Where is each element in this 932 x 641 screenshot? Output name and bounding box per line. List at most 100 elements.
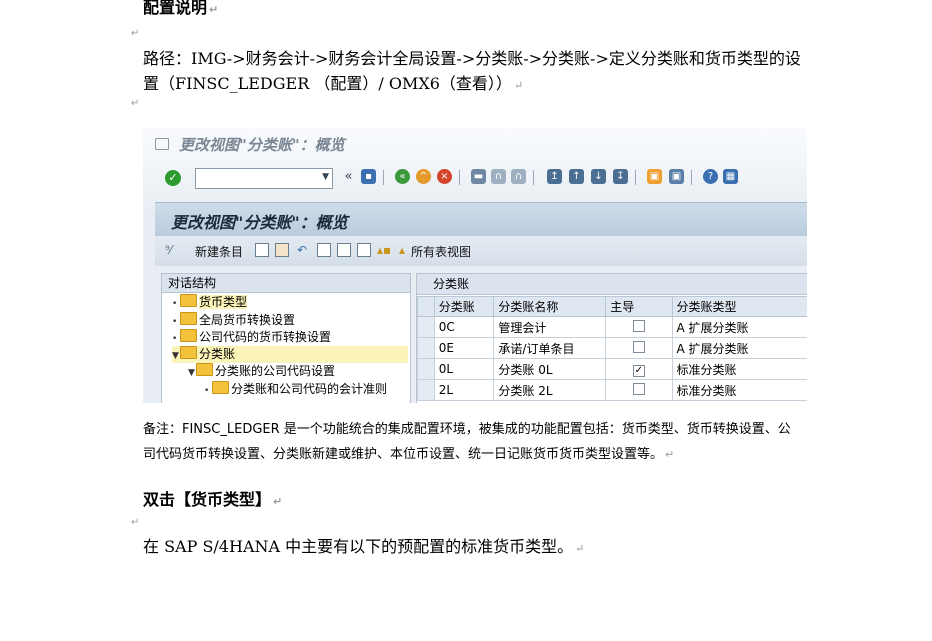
expand-arrow-icon: ▼ — [172, 351, 179, 361]
row-selector[interactable] — [417, 358, 435, 380]
undo-icon[interactable]: ↶ — [297, 243, 307, 257]
toolbar-separator — [459, 170, 460, 185]
folder-icon — [196, 363, 213, 376]
save-icon[interactable]: ▪ — [361, 169, 376, 184]
all-tables-icon[interactable]: ▴ — [399, 243, 405, 257]
dialog-structure-header: 对话结构 — [162, 274, 410, 293]
find-next-icon[interactable]: ∩ — [511, 169, 526, 184]
ledger-table-panel: 分类账 分类账 分类账名称 主导 分类账类型 0C 管理会计 A 扩展分类账 0… — [416, 273, 807, 403]
command-field[interactable]: ▼ — [195, 168, 333, 189]
expand-arrow-icon: ▼ — [188, 368, 195, 378]
leading-checkbox[interactable] — [632, 340, 645, 353]
tree-node-ledger[interactable]: ▼ 分类账 — [172, 346, 408, 363]
deselect-all-icon[interactable] — [357, 243, 371, 257]
toolbar-separator — [635, 170, 636, 185]
tree-node-company-code-currency-conversion[interactable]: • 公司代码的货币转换设置 — [172, 329, 331, 346]
paragraph-mark: ↵ — [131, 98, 140, 109]
transport-icon[interactable]: ▴▪ — [377, 243, 391, 257]
next-page-icon[interactable]: ↓ — [591, 169, 606, 184]
print-icon[interactable]: ▬ — [471, 169, 486, 184]
chevron-down-icon[interactable]: ▼ — [322, 172, 329, 182]
shortcut-icon[interactable]: ▣ — [669, 169, 684, 184]
cell-ledger-type[interactable]: 标准分类账 — [671, 358, 807, 380]
collapse-icon[interactable]: « — [341, 169, 356, 184]
tree-node-global-currency-conversion[interactable]: • 全局货币转换设置 — [172, 312, 295, 329]
exit-icon[interactable]: ^ — [416, 169, 431, 184]
last-page-icon[interactable]: ↧ — [613, 169, 628, 184]
toolbar-separator — [533, 170, 534, 185]
previous-page-icon[interactable]: ↑ — [569, 169, 584, 184]
cell-ledger-name[interactable]: 管理会计 — [493, 316, 607, 338]
cell-ledger-id[interactable]: 0E — [433, 337, 495, 359]
column-header-ledger-name[interactable]: 分类账名称 — [493, 296, 607, 317]
tree-node-ledger-company-code[interactable]: ▼ 分类账的公司代码设置 — [188, 363, 335, 380]
window-icon — [155, 138, 169, 150]
cell-ledger-type[interactable]: A 扩展分类账 — [671, 337, 807, 359]
select-all-icon[interactable] — [317, 243, 331, 257]
back-icon[interactable]: « — [395, 169, 410, 184]
toolbar-separator — [691, 170, 692, 185]
cell-ledger-id[interactable]: 0L — [433, 358, 495, 380]
select-block-icon[interactable] — [337, 243, 351, 257]
cell-ledger-type[interactable]: 标准分类账 — [671, 379, 807, 401]
column-header-leading[interactable]: 主导 — [605, 296, 673, 317]
cell-leading[interactable] — [605, 379, 673, 401]
row-selector[interactable] — [417, 337, 435, 359]
enter-check-icon[interactable]: ✓ — [165, 170, 181, 186]
table-row: 0C 管理会计 A 扩展分类账 — [417, 316, 807, 338]
cell-ledger-name[interactable]: 分类账 0L — [493, 358, 607, 380]
folder-icon — [180, 294, 197, 307]
column-header-ledger-type[interactable]: 分类账类型 — [671, 296, 807, 317]
create-session-icon[interactable]: ▣ — [647, 169, 662, 184]
first-page-icon[interactable]: ↥ — [547, 169, 562, 184]
delete-icon[interactable] — [275, 243, 289, 257]
find-icon[interactable]: ∩ — [491, 169, 506, 184]
title-bar: 更改视图"分类账"：概览 — [155, 202, 807, 237]
ledger-table-title: 分类账 — [417, 274, 807, 295]
row-selector[interactable] — [417, 379, 435, 401]
body-paragraph: 在 SAP S/4HANA 中主要有以下的预配置的标准货币类型。 ↵ — [143, 537, 585, 556]
window-title: 更改视图"分类账"：概览 — [179, 136, 345, 154]
leading-checkbox[interactable] — [632, 382, 645, 395]
section-heading-currency-types: 双击【货币类型】 ↵ — [143, 490, 283, 509]
application-toolbar: ⁹⁄ 新建条目 ↶ ▴▪ ▴ 所有表视图 — [155, 236, 807, 266]
cell-ledger-name[interactable]: 分类账 2L — [493, 379, 607, 401]
copy-icon[interactable] — [255, 243, 269, 257]
new-entries-button[interactable]: 新建条目 — [195, 243, 243, 260]
table-header-row: 分类账 分类账名称 主导 分类账类型 — [417, 296, 807, 317]
tree-node-accounting-principles[interactable]: • 分类账和公司代码的会计准则 — [204, 381, 387, 398]
folder-icon — [180, 329, 197, 342]
help-icon[interactable]: ? — [703, 169, 718, 184]
tree-node-currency-types[interactable]: • 货币类型 — [172, 294, 248, 311]
cell-leading[interactable]: ✓ — [605, 358, 673, 380]
folder-icon — [180, 346, 197, 359]
layout-menu-icon[interactable]: ▦ — [723, 169, 738, 184]
cancel-icon[interactable]: × — [437, 169, 452, 184]
table-row: 0E 承诺/订单条目 A 扩展分类账 — [417, 337, 807, 359]
folder-icon — [212, 381, 229, 394]
cell-leading[interactable] — [605, 316, 673, 338]
cell-ledger-id[interactable]: 2L — [433, 379, 495, 401]
table-row: 2L 分类账 2L 标准分类账 — [417, 379, 807, 401]
cell-ledger-name[interactable]: 承诺/订单条目 — [493, 337, 607, 359]
folder-icon — [180, 312, 197, 325]
table-row: 0L 分类账 0L ✓ 标准分类账 — [417, 358, 807, 380]
row-selector[interactable] — [417, 316, 435, 338]
column-header-ledger[interactable]: 分类账 — [433, 296, 495, 317]
cell-ledger-id[interactable]: 0C — [433, 316, 495, 338]
glasses-icon[interactable]: ⁹⁄ — [165, 243, 172, 257]
paragraph-mark: ↵ — [131, 28, 140, 39]
all-tables-button[interactable]: 所有表视图 — [411, 243, 471, 260]
dialog-structure-panel: 对话结构 • 货币类型 • 全局货币转换设置 • 公司代码的货币转换设置 ▼ 分类账 ▼… — [161, 273, 411, 403]
cell-ledger-type[interactable]: A 扩展分类账 — [671, 316, 807, 338]
sap-screenshot: 更改视图"分类账"：概览 ✓ ▼ « ▪ « ^ × ▬ ∩ ∩ ↥ ↑ ↓ ↧… — [143, 128, 807, 403]
config-path-text: 路径：IMG->财务会计->财务会计全局设置->分类账->分类账->定义分类账和… — [143, 49, 801, 93]
row-selector-header[interactable] — [417, 296, 435, 317]
leading-checkbox[interactable]: ✓ — [632, 364, 645, 377]
paragraph-mark: ↵ — [131, 517, 140, 528]
section-heading-config: 配置说明 ↵ — [143, 0, 219, 17]
ledger-table: 分类账 分类账名称 主导 分类账类型 0C 管理会计 A 扩展分类账 0E 承诺… — [417, 296, 807, 401]
toolbar-separator — [383, 170, 384, 185]
cell-leading[interactable] — [605, 337, 673, 359]
leading-checkbox[interactable] — [632, 319, 645, 332]
